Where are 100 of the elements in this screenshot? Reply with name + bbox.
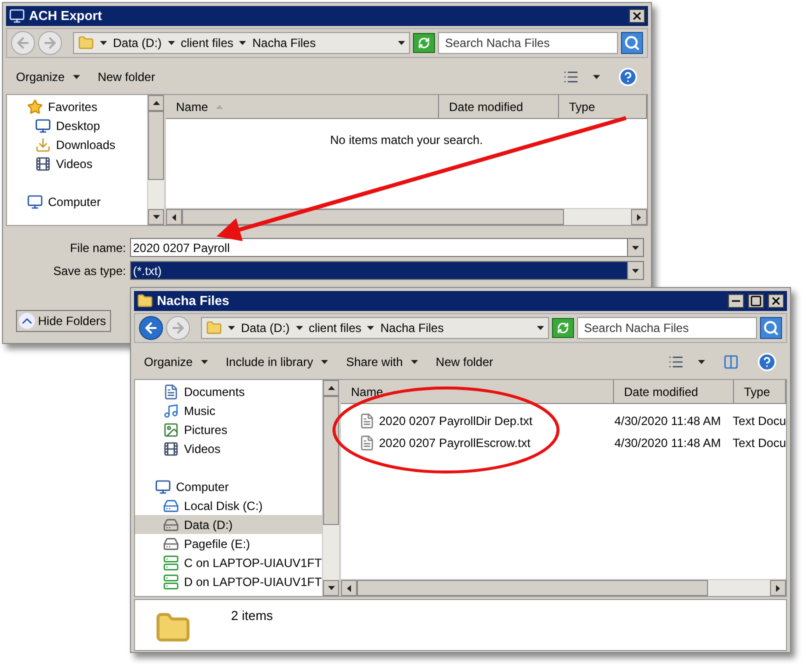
sidebar-item[interactable]: C on LAPTOP-UIAUV1FT: [135, 553, 322, 572]
search-icon: [763, 320, 779, 336]
caret-icon: [200, 360, 208, 364]
column-header[interactable]: Type: [559, 95, 647, 119]
type-cell-text: Text Docu: [732, 435, 786, 452]
film-icon: [163, 440, 179, 456]
caret-icon: [72, 75, 80, 79]
column-header[interactable]: Name: [341, 380, 614, 404]
scroll-down-icon: [152, 215, 160, 219]
breadcrumb-item[interactable]: Data (D:): [113, 34, 162, 52]
sidebar-item[interactable]: Computer: [135, 477, 322, 496]
dropdown-icon: [398, 41, 405, 45]
caret-icon: [239, 41, 246, 45]
sort-arrow-icon: [391, 390, 398, 394]
sidebar-item[interactable]: Local Disk (C:): [135, 496, 322, 515]
close-button[interactable]: [629, 9, 645, 23]
file-name-field[interactable]: 2020 0207 Payroll: [130, 238, 644, 257]
search-field[interactable]: Search Nacha Files: [577, 317, 757, 339]
search-field[interactable]: Search Nacha Files: [438, 32, 618, 54]
folder-icon: [78, 35, 94, 51]
text-file-icon: [359, 435, 375, 451]
views-button[interactable]: [563, 69, 600, 85]
address-bar[interactable]: Data (D:) client files Nacha Files: [201, 317, 549, 339]
breadcrumb-item[interactable]: Data (D:): [241, 319, 290, 337]
sidebar-item[interactable]: Music: [135, 401, 322, 420]
vertical-scrollbar[interactable]: [322, 380, 339, 596]
breadcrumb-item[interactable]: client files: [308, 319, 362, 337]
column-header[interactable]: Name: [166, 95, 439, 119]
hide-folders-button[interactable]: Hide Folders: [16, 310, 112, 332]
caret-icon: [593, 75, 600, 79]
refresh-button[interactable]: [552, 318, 574, 338]
forward-arrow-icon: [42, 35, 58, 51]
toolbar-button[interactable]: New folder: [436, 353, 494, 371]
maximize-button[interactable]: [748, 294, 764, 308]
caret-icon: [228, 326, 235, 330]
column-header[interactable]: Date modified: [614, 380, 734, 404]
network-drive-icon: [163, 554, 179, 570]
toolbar-button[interactable]: Include in library: [226, 353, 328, 371]
scroll-right-icon: [776, 584, 780, 592]
maximize-icon: [750, 295, 762, 307]
caret-icon: [698, 360, 705, 364]
sidebar-item[interactable]: D on LAPTOP-UIAUV1FT: [135, 572, 322, 591]
breadcrumb-item[interactable]: Nacha Files: [252, 34, 316, 52]
toolbar-button[interactable]: Share with: [346, 353, 418, 371]
folder-icon: [206, 320, 222, 336]
list-icon: [563, 69, 579, 85]
column-header[interactable]: Type: [734, 380, 786, 404]
pane-icon: [723, 354, 739, 370]
close-icon: [631, 10, 643, 22]
window-title: Nacha Files: [157, 292, 230, 310]
horizontal-scrollbar[interactable]: [166, 208, 647, 225]
toolbar-button[interactable]: New folder: [98, 68, 156, 86]
file-row[interactable]: 2020 0207 PayrollEscrow.txt 4/30/2020 11:48 AM Text Docu: [341, 432, 786, 454]
caret-icon: [321, 360, 328, 364]
vertical-scrollbar[interactable]: [147, 95, 164, 225]
caret-icon: [168, 41, 175, 45]
computer-icon: [27, 194, 43, 210]
breadcrumb-item[interactable]: client files: [180, 34, 234, 52]
sort-arrow-icon: [216, 104, 224, 108]
save-type-field[interactable]: (*.txt): [130, 261, 644, 280]
column-header[interactable]: Date modified: [439, 95, 559, 119]
file-row[interactable]: 2020 0207 PayrollDir Dep.txt 4/30/2020 11:48 AM Text Docu: [341, 410, 786, 432]
dropdown-icon: [632, 268, 639, 272]
scroll-left-icon: [347, 584, 351, 592]
help-button[interactable]: [757, 352, 777, 372]
caret-icon: [100, 41, 107, 45]
sidebar-item[interactable]: Desktop: [7, 116, 147, 135]
sidebar-item[interactable]: Downloads: [7, 135, 147, 154]
sidebar-item[interactable]: Documents: [135, 382, 322, 401]
sidebar-item[interactable]: Favorites: [7, 97, 147, 116]
picture-icon: [163, 422, 179, 438]
date-cell-text: 4/30/2020 11:48 AM: [613, 435, 722, 452]
sidebar-item[interactable]: Pagefile (E:): [135, 534, 322, 553]
search-button[interactable]: [760, 317, 782, 339]
toolbar-button[interactable]: Organize: [16, 68, 80, 86]
horizontal-scrollbar[interactable]: [341, 579, 786, 596]
sidebar-item[interactable]: Data (D:): [135, 515, 322, 534]
help-icon: [618, 67, 638, 87]
sidebar-item[interactable]: Videos: [7, 154, 147, 173]
minimize-button[interactable]: [728, 294, 744, 308]
file-name: 2020 0207 PayrollDir Dep.txt: [379, 413, 532, 430]
search-button[interactable]: [621, 32, 643, 54]
breadcrumb-item[interactable]: Nacha Files: [380, 319, 444, 337]
scroll-left-icon: [172, 214, 176, 220]
toolbar-button[interactable]: Organize: [144, 353, 208, 371]
close-button[interactable]: [768, 294, 784, 308]
download-icon: [35, 136, 51, 152]
views-button[interactable]: [668, 354, 705, 370]
date-cell-text: 4/30/2020 11:48 AM: [613, 413, 722, 430]
computer-icon: [155, 478, 171, 494]
scroll-up-icon: [152, 101, 160, 105]
empty-message: No items match your search.: [329, 132, 484, 149]
sidebar-item[interactable]: Computer: [7, 192, 147, 211]
address-bar[interactable]: Data (D:) client files Nacha Files: [73, 32, 410, 54]
help-button[interactable]: [618, 67, 638, 87]
preview-pane-button[interactable]: [723, 354, 739, 370]
sidebar-item[interactable]: Pictures: [135, 420, 322, 439]
back-button[interactable]: [139, 316, 163, 340]
refresh-button[interactable]: [413, 33, 435, 53]
sidebar-item[interactable]: Videos: [135, 439, 322, 458]
